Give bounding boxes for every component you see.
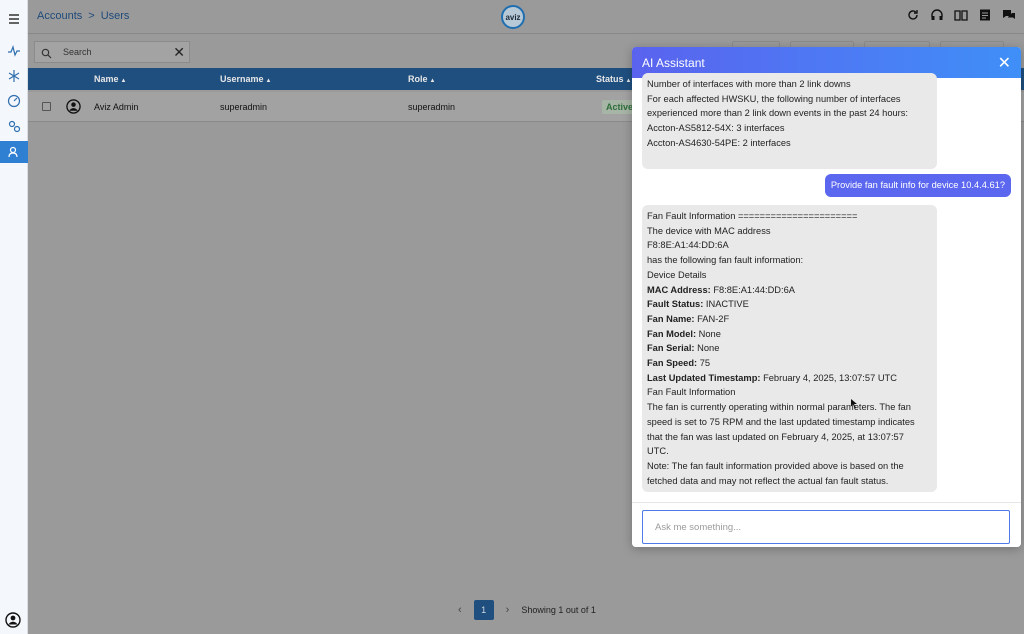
ai-input-area (632, 502, 1021, 547)
ai-assistant-title: AI Assistant (642, 56, 705, 70)
book-icon[interactable] (954, 8, 968, 22)
field-value: FAN-2F (697, 313, 730, 324)
search-icon (41, 46, 52, 64)
field-value: None (698, 328, 721, 339)
pagination: ‹ 1 › Showing 1 out of 1 (458, 600, 596, 620)
field-label: Fan Speed: (647, 358, 698, 369)
ai-assistant-panel: AI Assistant ✕ Number of interfaces with… (632, 47, 1021, 547)
snowflake-icon[interactable] (0, 65, 28, 87)
page-button-current[interactable]: 1 (473, 600, 494, 620)
breadcrumb-users: Users (100, 10, 130, 22)
field-label: Fan Model: (647, 328, 697, 339)
field-fault-status: Fault Status: INACTIVE (647, 297, 932, 312)
message-line: Number of interfaces with more than 2 li… (647, 79, 851, 89)
reply-header: Fan Fault Information ==================… (647, 211, 858, 221)
bot-message-reply: Fan Fault Information ==================… (642, 205, 937, 492)
document-icon[interactable] (978, 8, 992, 22)
column-header-username[interactable]: Username ▲ (220, 74, 271, 84)
close-icon[interactable]: ✕ (998, 53, 1011, 73)
reply-details-heading: Device Details (647, 269, 707, 280)
field-label: MAC Address: (647, 284, 711, 295)
message-line: For each affected HWSKU, the following n… (647, 93, 901, 104)
field-fan-name: Fan Name: FAN-2F (647, 312, 932, 327)
field-value: None (697, 343, 720, 354)
summary-line: speed is set to 75 RPM and the last upda… (647, 416, 915, 427)
field-value: 75 (699, 358, 711, 369)
breadcrumb: Accounts > Users (37, 10, 129, 22)
top-bar: Accounts > Users aviz (28, 0, 1024, 34)
clear-search-icon[interactable]: ✕ (173, 44, 185, 61)
field-value: INACTIVE (705, 299, 749, 310)
column-status-label: Status (596, 74, 624, 84)
aviz-logo: aviz (501, 5, 525, 29)
note-line: Note: The fan fault information provided… (647, 460, 904, 471)
sort-arrow-icon: ▲ (265, 78, 272, 84)
sort-arrow-icon: ▲ (429, 78, 436, 84)
cell-role: superadmin (408, 102, 456, 112)
settings-icon[interactable] (0, 115, 28, 137)
mouse-cursor-icon (851, 396, 859, 409)
menu-icon[interactable] (0, 8, 28, 30)
search-box: ✕ (34, 41, 190, 63)
breadcrumb-accounts-link[interactable]: Accounts (37, 10, 82, 22)
summary-line: The fan is currently operating within no… (647, 402, 911, 413)
gauge-icon[interactable] (0, 90, 28, 112)
profile-avatar-icon[interactable] (5, 612, 21, 633)
column-header-name[interactable]: Name ▲ (94, 74, 126, 84)
users-icon[interactable] (0, 141, 28, 163)
sort-arrow-icon: ▲ (120, 78, 127, 84)
bot-message-previous: Number of interfaces with more than 2 li… (642, 73, 937, 169)
field-mac-address: MAC Address: F8:8E:A1:44:DD:6A (647, 283, 932, 298)
cell-name: Aviz Admin (94, 102, 139, 112)
column-role-label: Role (408, 74, 428, 84)
summary-line: UTC. (647, 446, 669, 457)
field-label: Last Updated Timestamp: (647, 372, 761, 383)
sort-arrow-icon: ▲ (625, 78, 632, 84)
reply-section-heading: Fan Fault Information (647, 387, 736, 398)
prev-page-icon[interactable]: ‹ (458, 604, 462, 616)
summary-line: that the fan was last updated on Februar… (647, 431, 904, 442)
field-value: February 4, 2025, 13:07:57 UTC (763, 372, 897, 383)
headset-icon[interactable] (930, 8, 944, 22)
field-label: Fault Status: (647, 299, 704, 310)
column-header-status[interactable]: Status ▲ (596, 74, 631, 84)
column-username-label: Username (220, 74, 264, 84)
breadcrumb-separator: > (88, 10, 95, 22)
logo-text: aviz (505, 12, 521, 22)
search-input[interactable] (63, 45, 163, 59)
message-line: Accton-AS4630-54PE: 2 interfaces (647, 137, 791, 148)
field-fan-model: Fan Model: None (647, 327, 932, 342)
field-fan-speed: Fan Speed: 75 (647, 356, 932, 371)
field-label: Fan Serial: (647, 343, 695, 354)
field-fan-serial: Fan Serial: None (647, 341, 932, 356)
reply-intro: The device with MAC address (647, 225, 771, 236)
row-checkbox[interactable] (42, 102, 51, 111)
column-name-label: Name (94, 74, 119, 84)
user-avatar-icon (66, 99, 81, 114)
note-line: fetched data and may not reflect the act… (647, 475, 889, 486)
reply-intro-2: has the following fan fault information: (647, 255, 804, 266)
chat-icon[interactable] (1002, 8, 1016, 22)
message-line: experienced more than 2 link down events… (647, 108, 908, 119)
message-line: Accton-AS5812-54X: 3 interfaces (647, 123, 785, 134)
reply-mac: F8:8E:A1:44:DD:6A (647, 240, 729, 251)
field-value: F8:8E:A1:44:DD:6A (713, 284, 795, 295)
left-sidebar (0, 0, 28, 634)
user-message: Provide fan fault info for device 10.4.4… (824, 174, 1011, 197)
next-page-icon[interactable]: › (506, 604, 510, 616)
column-header-role[interactable]: Role ▲ (408, 74, 435, 84)
pulse-icon[interactable] (0, 40, 28, 62)
field-last-updated: Last Updated Timestamp: February 4, 2025… (647, 371, 932, 386)
cell-username: superadmin (220, 102, 268, 112)
field-label: Fan Name: (647, 313, 695, 324)
refresh-icon[interactable] (906, 8, 920, 22)
pagination-summary: Showing 1 out of 1 (521, 605, 596, 615)
ask-input[interactable] (642, 510, 1010, 544)
